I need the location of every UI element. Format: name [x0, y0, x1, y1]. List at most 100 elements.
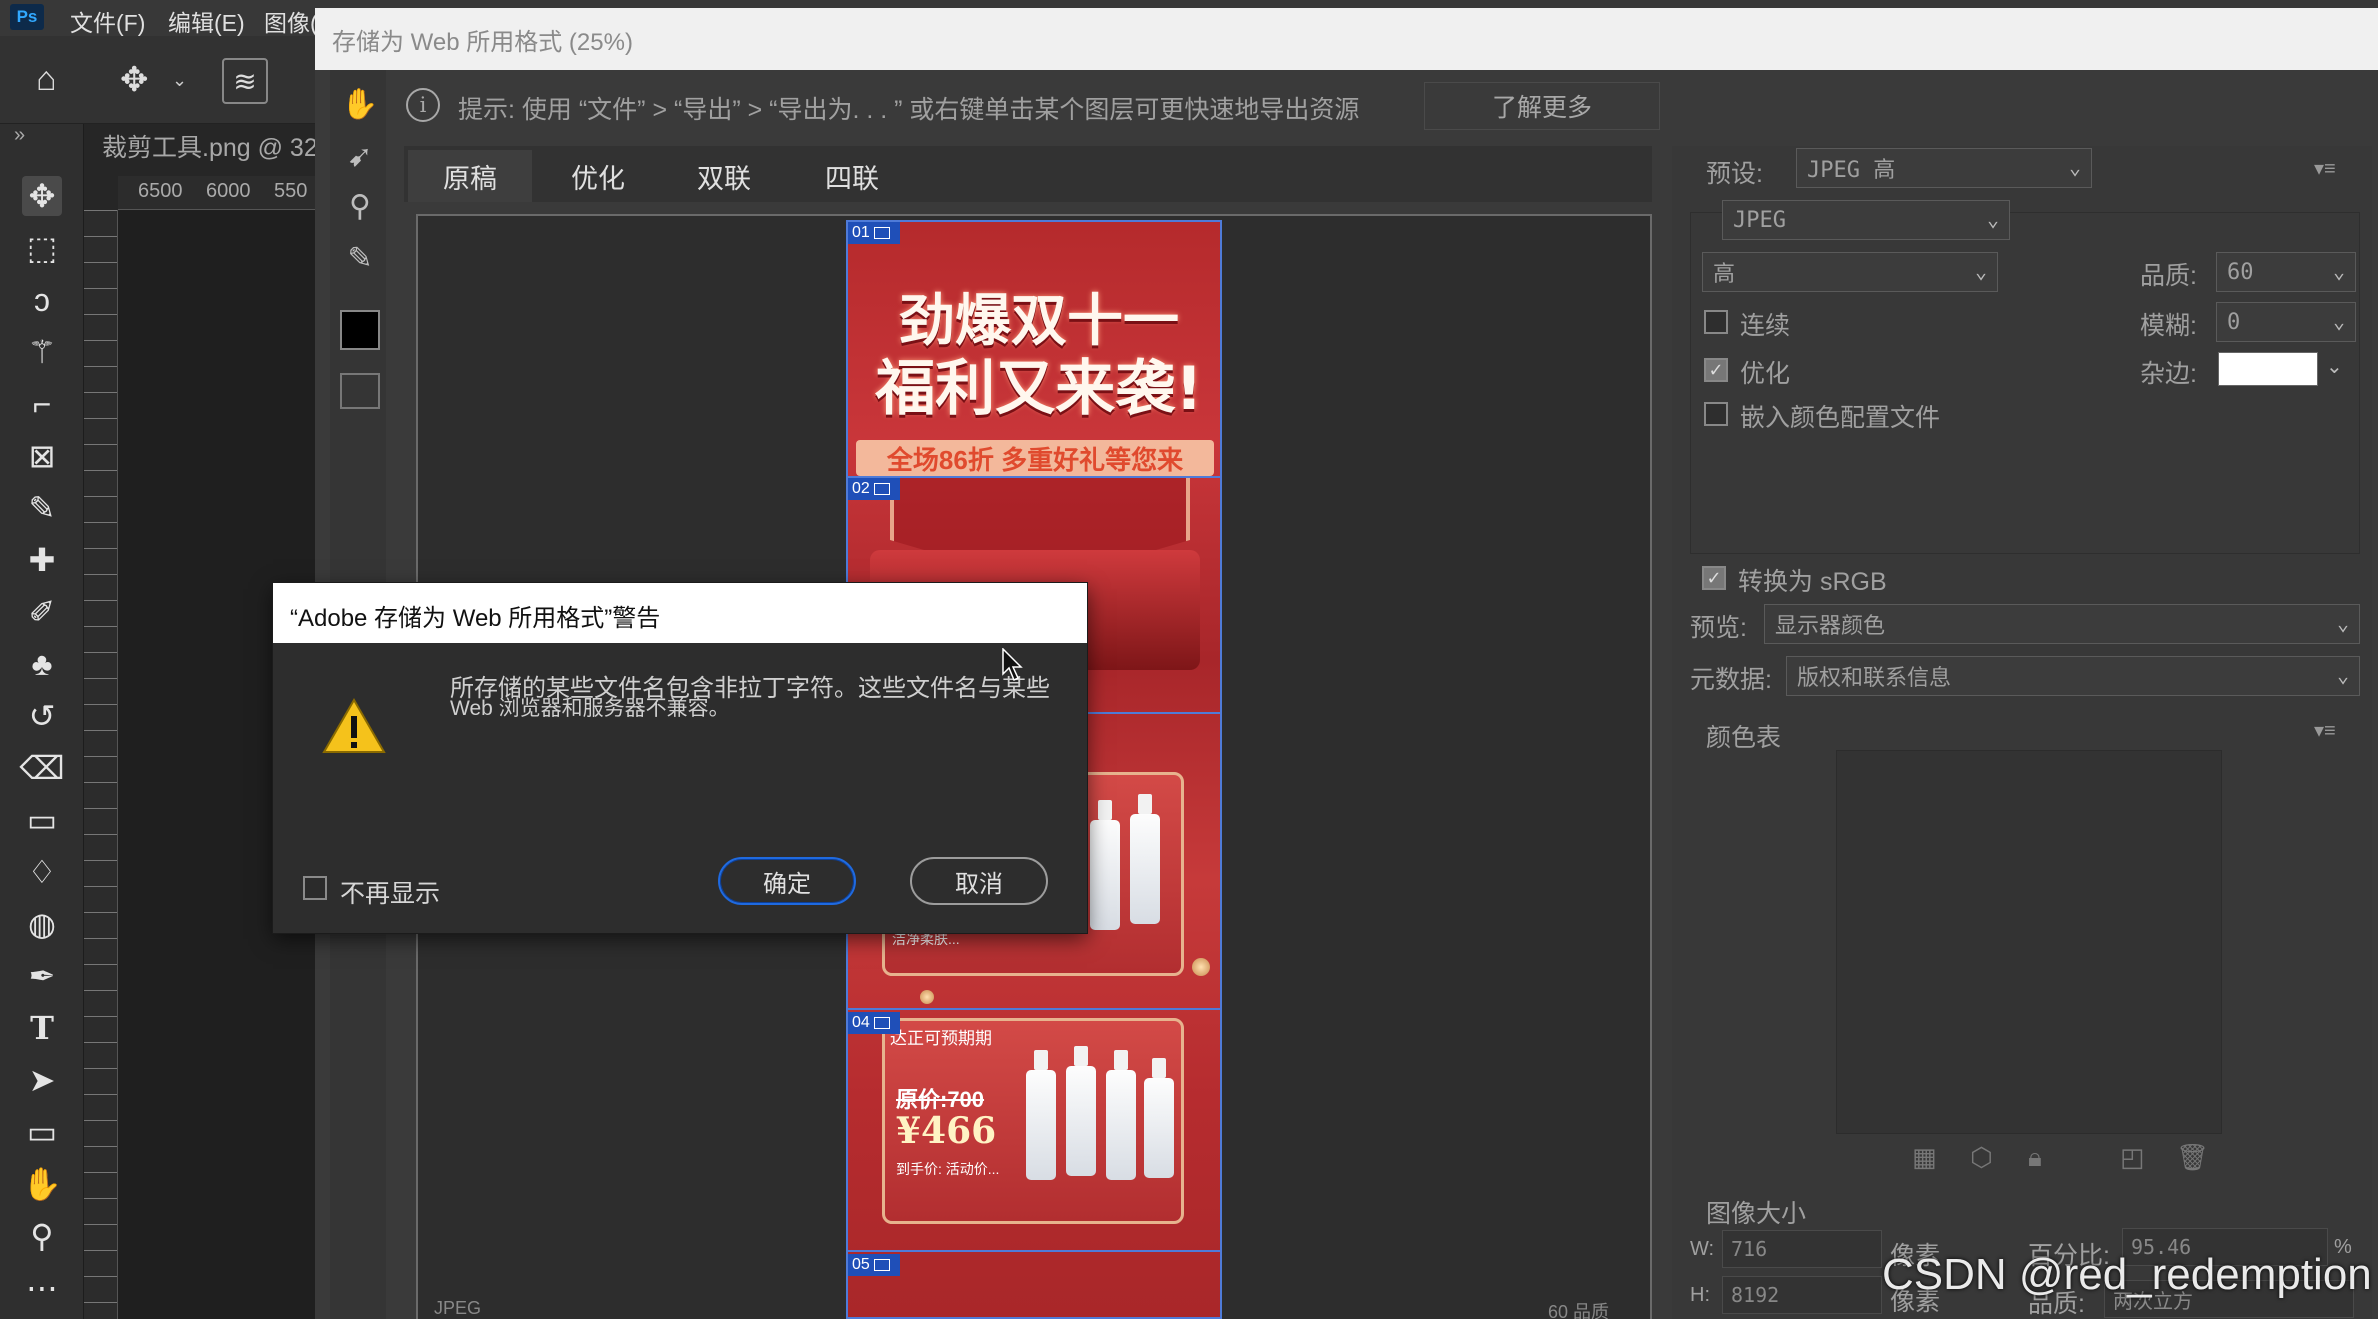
tab-original[interactable]: 原稿	[408, 150, 532, 202]
compression-select[interactable]: 高 ⌄	[1702, 252, 1998, 292]
slice-tag-04[interactable]: 04	[848, 1012, 900, 1034]
blur-input[interactable]: 0 ⌄	[2216, 302, 2356, 342]
learn-more-button[interactable]: 了解更多	[1424, 82, 1660, 130]
toggle-slices-icon[interactable]	[340, 373, 380, 409]
crop-icon[interactable]: ⌐	[22, 384, 62, 424]
product-bottle	[1144, 1058, 1174, 1178]
lasso-icon[interactable]: ↄ	[22, 280, 62, 320]
clone-stamp-icon[interactable]: ♣	[22, 644, 62, 684]
quality-input[interactable]: 60 ⌄	[2216, 252, 2356, 292]
cancel-button[interactable]: 取消	[910, 857, 1048, 905]
expand-panel-icon[interactable]: »	[14, 124, 25, 147]
web-snap-icon[interactable]: ⬡	[1970, 1142, 1993, 1173]
tab-4up[interactable]: 四联	[790, 150, 914, 202]
eyedropper-color-swatch[interactable]	[340, 310, 380, 350]
magic-wand-icon[interactable]: ⚚	[22, 332, 62, 372]
tab-optimized[interactable]: 优化	[536, 150, 660, 202]
frame-icon[interactable]: ⊠	[22, 436, 62, 476]
embed-profile-label: 嵌入颜色配置文件	[1740, 404, 1941, 432]
pen-icon[interactable]: ✒	[22, 956, 62, 996]
preview-select[interactable]: 显示器颜色 ⌄	[1764, 604, 2360, 644]
chevron-down-icon: ⌄	[1986, 207, 1999, 231]
menu-edit[interactable]: 编辑(E)	[168, 4, 245, 38]
healing-icon[interactable]: ✚	[22, 540, 62, 580]
menu-file[interactable]: 文件(F)	[70, 4, 145, 38]
ruler-label: 6500	[138, 180, 183, 202]
options-bar: ⌂ ✥ ⌄ ≋	[0, 36, 320, 124]
gold-dot	[920, 990, 934, 1004]
hand-icon[interactable]: ✋	[22, 1164, 62, 1204]
brush-icon[interactable]: ✐	[22, 592, 62, 632]
more-icon[interactable]: ⋯	[22, 1268, 62, 1308]
lock-icon[interactable]: 🔒︎	[2028, 1142, 2042, 1174]
blur-icon[interactable]: ♢	[22, 852, 62, 892]
hint-text: 提示: 使用 “文件” > “导出” > “导出为. . . ” 或右键单击某个…	[458, 96, 1360, 124]
height-field[interactable]: 8192	[1722, 1276, 1882, 1314]
metadata-select[interactable]: 版权和联系信息 ⌄	[1786, 656, 2360, 696]
trash-icon[interactable]: 🗑︎	[2176, 1142, 2209, 1173]
product-bottle	[1090, 800, 1120, 930]
image-size-label: 图像大小	[1706, 1200, 1807, 1228]
warning-message-line2: Web 浏览器和服务器不兼容。	[450, 697, 730, 720]
dont-show-again-label[interactable]: 不再显示	[340, 874, 440, 910]
hand-icon[interactable]: ✋	[338, 82, 382, 126]
preview-label: 预览:	[1690, 614, 1747, 642]
chevron-down-icon[interactable]: ⌄	[172, 70, 187, 91]
slice-tag-01[interactable]: 01	[848, 222, 900, 244]
optimized-checkbox[interactable]: ✓	[1704, 358, 1728, 382]
eraser-icon[interactable]: ⌫	[19, 748, 64, 788]
dont-show-again-checkbox[interactable]	[303, 876, 327, 900]
type-icon[interactable]: T	[22, 1008, 62, 1048]
preset-label: 预设:	[1706, 160, 1763, 188]
tab-2up[interactable]: 双联	[662, 150, 786, 202]
move-icon[interactable]: ✥	[22, 176, 62, 216]
embed-profile-checkbox[interactable]	[1704, 402, 1728, 426]
optimized-label: 优化	[1740, 360, 1791, 388]
info-icon: i	[406, 88, 440, 122]
image-promo-ribbon: 全场86折 多重好礼等您来	[856, 440, 1214, 476]
chevron-down-icon: ⌄	[2332, 309, 2345, 333]
slice-tag-05[interactable]: 05	[848, 1254, 900, 1276]
new-color-icon[interactable]: ◰	[2120, 1142, 2145, 1173]
slice-select-icon[interactable]: ➹	[338, 134, 382, 178]
panel-menu-icon[interactable]: ▾≡	[2314, 156, 2336, 181]
map-to-transparent-icon[interactable]: ▦	[1912, 1142, 1937, 1173]
warning-icon	[322, 698, 386, 753]
chevron-down-icon: ⌄	[2068, 155, 2081, 179]
document-tab[interactable]: 裁剪工具.png @ 32.	[102, 128, 325, 164]
move-tool-options-icon[interactable]: ✥	[120, 60, 149, 100]
eyedropper-icon[interactable]: ✎	[22, 488, 62, 528]
progressive-checkbox[interactable]	[1704, 310, 1728, 334]
marquee-icon[interactable]: ⬚	[22, 228, 62, 268]
gold-dot	[1192, 958, 1210, 976]
home-icon[interactable]: ⌂	[36, 60, 57, 99]
ok-button[interactable]: 确定	[718, 857, 856, 905]
gradient-icon[interactable]: ▭	[22, 800, 62, 840]
dodge-icon[interactable]: ◍	[22, 904, 62, 944]
rectangle-icon[interactable]: ▭	[22, 1112, 62, 1152]
panel-menu-icon[interactable]: ▾≡	[2314, 718, 2336, 743]
path-select-icon[interactable]: ➤	[22, 1060, 62, 1100]
auto-select-layer-icon[interactable]: ≋	[222, 58, 268, 104]
chevron-down-icon[interactable]: ⌄	[2326, 354, 2343, 379]
preview-format: JPEG	[434, 1298, 482, 1318]
zoom-icon[interactable]: ⚲	[338, 184, 382, 228]
blur-label: 模糊:	[2140, 312, 2197, 340]
format-select[interactable]: JPEG ⌄	[1722, 200, 2010, 240]
photoshop-logo: Ps	[10, 4, 44, 30]
convert-srgb-checkbox[interactable]: ✓	[1702, 566, 1726, 590]
eyedropper-icon[interactable]: ✎	[338, 236, 382, 280]
menu-image[interactable]: 图像(	[264, 4, 318, 38]
slice-tag-02[interactable]: 02	[848, 478, 900, 500]
history-brush-icon[interactable]: ↺	[22, 696, 62, 736]
ruler-label: 6000	[206, 180, 251, 202]
matte-color-swatch[interactable]	[2218, 352, 2318, 386]
zoom-icon[interactable]: ⚲	[22, 1216, 62, 1256]
slice-boundary	[846, 1008, 1222, 1010]
width-field[interactable]: 716	[1722, 1230, 1882, 1268]
quality-label: 品质:	[2140, 262, 2197, 290]
preset-select[interactable]: JPEG 高 ⌄	[1796, 148, 2092, 188]
product-bottle	[1026, 1050, 1056, 1180]
slice-boundary	[846, 476, 1222, 478]
save-for-web-title: 存储为 Web 所用格式 (25%)	[332, 29, 633, 56]
